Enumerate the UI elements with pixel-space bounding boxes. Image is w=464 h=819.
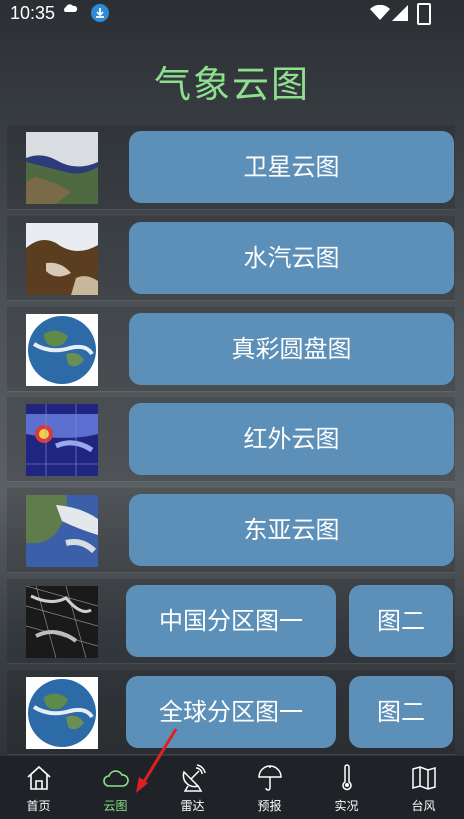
tab-label: 台风 xyxy=(411,799,436,813)
tab-label: 雷达 xyxy=(180,799,205,813)
global-region-map-2-button[interactable]: 图二 xyxy=(349,676,453,748)
cloud-icon xyxy=(103,770,129,787)
home-icon xyxy=(27,765,51,790)
thermometer-icon xyxy=(342,764,352,791)
wifi-icon xyxy=(370,5,390,20)
tab-live[interactable]: 实况 xyxy=(308,756,385,819)
satellite-thumbnail[interactable] xyxy=(26,132,98,204)
infrared-thumbnail[interactable] xyxy=(26,404,98,476)
true-color-disk-button[interactable]: 真彩圆盘图 xyxy=(129,313,454,385)
tab-typhoon[interactable]: 台风 xyxy=(385,756,462,819)
true-color-disk-thumbnail[interactable] xyxy=(26,314,98,386)
water-vapor-button[interactable]: 水汽云图 xyxy=(129,222,454,294)
china-region-map-1-button[interactable]: 中国分区图一 xyxy=(126,585,336,657)
tab-label: 首页 xyxy=(26,799,51,813)
water-vapor-thumbnail[interactable] xyxy=(26,223,98,295)
map-icon xyxy=(412,766,436,790)
tab-label: 预报 xyxy=(257,799,282,813)
list-item: 东亚云图 xyxy=(7,488,455,572)
east-asia-cloud-button[interactable]: 东亚云图 xyxy=(129,494,454,566)
list-item: 水汽云图 xyxy=(7,216,455,300)
list-item: 卫星云图 xyxy=(7,125,455,209)
list-item: 全球分区图一 图二 xyxy=(7,670,455,754)
tab-label: 云图 xyxy=(103,799,128,813)
status-time: 10:35 xyxy=(10,3,56,23)
china-region-thumbnail[interactable] xyxy=(26,586,98,658)
tab-label: 实况 xyxy=(334,799,359,813)
east-asia-thumbnail[interactable] xyxy=(26,495,98,567)
cloud-status-icon xyxy=(64,4,78,12)
annotation-arrow xyxy=(136,728,178,793)
tab-home[interactable]: 首页 xyxy=(0,756,77,819)
list-item: 中国分区图一 图二 xyxy=(7,579,455,663)
list-item: 红外云图 xyxy=(7,397,455,481)
global-region-thumbnail[interactable] xyxy=(26,677,98,749)
status-bar: 10:35 xyxy=(0,0,464,26)
battery-icon xyxy=(417,3,431,25)
signal-icon xyxy=(392,5,408,21)
download-icon xyxy=(91,4,109,22)
list-item: 真彩圆盘图 xyxy=(7,307,455,391)
tab-forecast[interactable]: 预报 xyxy=(231,756,308,819)
satellite-cloud-button[interactable]: 卫星云图 xyxy=(129,131,454,203)
umbrella-icon xyxy=(258,765,282,791)
infrared-cloud-button[interactable]: 红外云图 xyxy=(129,403,454,475)
page-title: 气象云图 xyxy=(154,63,310,106)
bottom-tab-bar: 首页 云图 雷达 预报 实况 台风 xyxy=(0,756,464,819)
china-region-map-2-button[interactable]: 图二 xyxy=(349,585,453,657)
